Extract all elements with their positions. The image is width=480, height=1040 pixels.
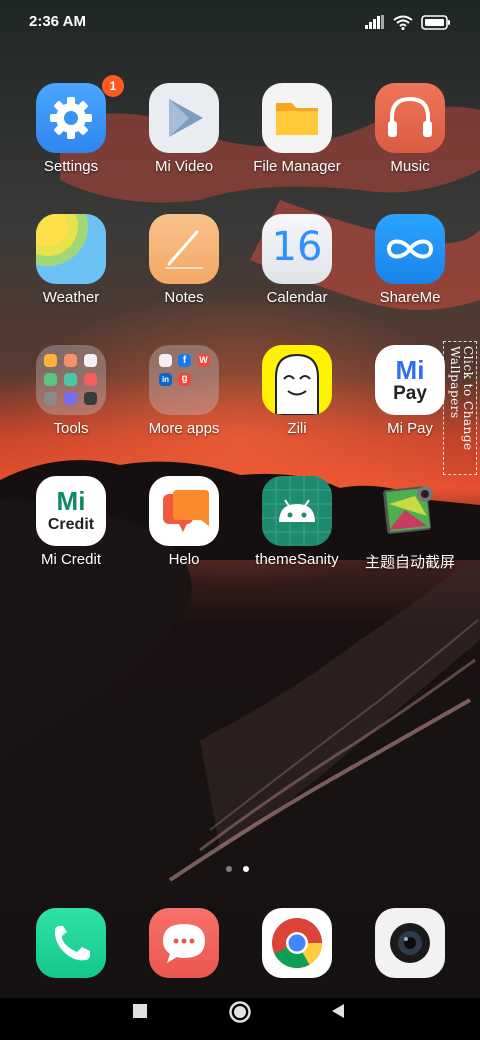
image-camera-icon — [375, 476, 445, 546]
signal-icon — [365, 15, 384, 29]
mi-credit-credit-text: Credit — [47, 516, 95, 533]
app-label: Helo — [168, 551, 200, 568]
mi-credit-mi-text: Mi — [56, 486, 86, 516]
app-helo[interactable]: Helo — [128, 476, 240, 596]
navigation-bar — [0, 998, 480, 1040]
dock-messages[interactable] — [149, 908, 219, 978]
pen-icon — [149, 214, 219, 284]
app-label: Calendar — [266, 289, 328, 306]
folder-grid-icon — [36, 345, 106, 415]
app-file-manager[interactable]: File Manager — [241, 83, 353, 203]
app-shareme[interactable]: ShareMe — [354, 214, 466, 334]
chrome-icon — [272, 918, 322, 968]
dock-phone[interactable] — [36, 908, 106, 978]
app-label: Mi Credit — [40, 551, 101, 568]
wifi-icon — [393, 15, 413, 30]
phone-icon — [54, 926, 90, 961]
calendar-icon: 16 — [262, 214, 332, 284]
folder-tools[interactable]: Tools — [15, 345, 127, 465]
page-dot-active[interactable] — [243, 866, 249, 872]
android-robot-icon — [262, 476, 332, 546]
app-label: Notes — [164, 289, 204, 306]
settings-gear-icon — [36, 83, 106, 153]
home-button[interactable] — [228, 1000, 252, 1024]
app-label: themeSanity — [255, 551, 339, 568]
linkedin-icon: in — [159, 373, 172, 386]
mi-pay-logo: Mi Pay — [375, 345, 445, 415]
change-wallpaper-button[interactable]: Click to Change Wallpapers — [443, 341, 477, 475]
dock-camera[interactable] — [375, 908, 445, 978]
app-label: ShareMe — [379, 289, 441, 306]
message-icon — [163, 924, 205, 963]
battery-icon — [421, 14, 450, 30]
folder-icon — [262, 83, 332, 153]
app-label: More apps — [148, 420, 220, 437]
change-wallpaper-text: Click to Change Wallpapers — [448, 346, 475, 451]
mi-pay-pay-text: Pay — [393, 383, 427, 404]
page-dot-inactive[interactable] — [226, 866, 232, 872]
camera-icon — [390, 923, 430, 963]
app-label: Music — [390, 158, 430, 175]
app-label: Settings — [43, 158, 99, 175]
app-settings[interactable]: 1 Settings — [15, 75, 127, 203]
status-bar: 2:36 AM — [0, 0, 480, 44]
play-icon — [149, 83, 219, 153]
recents-button[interactable] — [132, 1003, 148, 1019]
app-themesanity[interactable]: themeSanity — [241, 476, 353, 596]
app-music[interactable]: Music — [354, 83, 466, 203]
app-zili[interactable]: Zili — [241, 345, 353, 465]
app-label: Mi Video — [154, 158, 214, 175]
app-label: 主题自动截屏 — [364, 554, 455, 571]
folder-grid-icon: f W in g — [149, 345, 219, 415]
folder-more-apps[interactable]: f W in g More apps — [128, 345, 240, 465]
g-app-icon: g — [178, 373, 191, 386]
facebook-icon: f — [178, 354, 191, 367]
chat-bubbles-icon — [149, 476, 219, 546]
infinity-icon — [375, 214, 445, 284]
mi-credit-logo: Mi Credit — [36, 476, 106, 546]
app-notes[interactable]: Notes — [128, 214, 240, 334]
app-theme-screenshot[interactable]: 主题自动截屏 — [354, 476, 466, 596]
notification-badge: 1 — [102, 75, 124, 97]
app-mi-credit[interactable]: Mi Credit Mi Credit — [15, 476, 127, 596]
sun-icon — [36, 214, 106, 284]
app-label: Zili — [287, 420, 307, 437]
app-calendar[interactable]: 16 Calendar — [241, 214, 353, 334]
headphones-icon — [375, 83, 445, 153]
mi-pay-mi-text: Mi — [395, 355, 425, 385]
app-weather[interactable]: Weather — [15, 214, 127, 334]
status-icons — [365, 13, 451, 31]
app-label: Tools — [53, 420, 89, 437]
app-label: Weather — [42, 289, 100, 306]
back-button[interactable] — [330, 1003, 346, 1019]
ghost-face-icon — [262, 345, 332, 415]
status-time: 2:36 AM — [29, 13, 86, 30]
app-label: File Manager — [253, 158, 341, 175]
dock-chrome[interactable] — [262, 908, 332, 978]
wps-icon: W — [197, 354, 210, 367]
page-indicator — [226, 866, 249, 872]
app-mi-video[interactable]: Mi Video — [128, 83, 240, 203]
calendar-date: 16 — [271, 224, 323, 270]
